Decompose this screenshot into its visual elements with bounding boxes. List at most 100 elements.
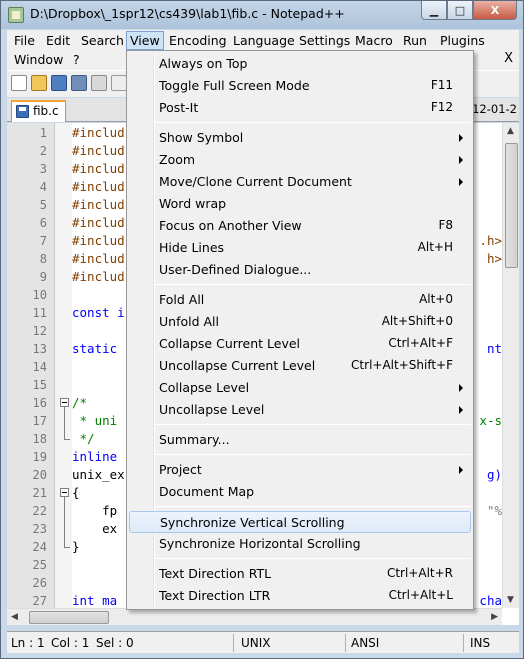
code-line: int ma bbox=[72, 593, 118, 608]
view-menu-item-text-direction-rtl[interactable]: Text Direction RTL Ctrl+Alt+R bbox=[129, 563, 471, 585]
fold-margin[interactable] bbox=[55, 123, 72, 608]
menu-language[interactable]: Language bbox=[230, 31, 298, 50]
menu-item-shortcut: Ctrl+Alt+R bbox=[386, 566, 453, 580]
fold-toggle-icon[interactable] bbox=[60, 398, 69, 407]
vertical-scrollbar[interactable]: ▲ ▼ bbox=[502, 123, 519, 608]
menu-search[interactable]: Search bbox=[78, 31, 127, 50]
menu-window[interactable]: Window bbox=[11, 50, 66, 69]
title-bar[interactable]: D:\Dropbox\_1spr12\cs439\lab1\fib.c - No… bbox=[1, 1, 523, 29]
view-menu-item-document-map[interactable]: Document Map bbox=[129, 481, 471, 503]
menu-settings[interactable]: Settings bbox=[296, 31, 353, 50]
close-file-icon[interactable] bbox=[91, 75, 107, 91]
menu-separator bbox=[155, 122, 471, 123]
new-file-icon[interactable] bbox=[11, 75, 27, 91]
maximize-button[interactable]: □ bbox=[447, 1, 473, 20]
fold-end bbox=[64, 439, 70, 440]
menu-file[interactable]: File bbox=[11, 31, 38, 50]
menu-encoding[interactable]: Encoding bbox=[166, 31, 230, 50]
line-number: 15 bbox=[32, 378, 47, 392]
code-line: unix_ex bbox=[72, 467, 125, 482]
view-menu-item-fold-all[interactable]: Fold All Alt+0 bbox=[129, 289, 471, 311]
view-menu-item-uncollapse-current-level[interactable]: Uncollapse Current Level Ctrl+Alt+Shift+F bbox=[129, 355, 471, 377]
code-line: const i bbox=[72, 305, 125, 320]
line-number: 22 bbox=[32, 504, 47, 518]
menu-item-label: Project bbox=[159, 462, 202, 477]
view-menu-item-user-defined-dialogue[interactable]: User-Defined Dialogue... bbox=[129, 259, 471, 281]
line-number: 26 bbox=[32, 576, 47, 590]
menu-run[interactable]: Run bbox=[400, 31, 430, 50]
menu-separator bbox=[155, 506, 471, 507]
tab-label: fib.c bbox=[33, 104, 59, 118]
save-all-icon[interactable] bbox=[71, 75, 87, 91]
code-line-fragment: "% bbox=[486, 503, 502, 518]
view-menu-item-synchronize-horizontal-scrolling[interactable]: Synchronize Horizontal Scrolling bbox=[129, 533, 471, 555]
menu-item-shortcut: Alt+H bbox=[417, 240, 453, 254]
menu-separator bbox=[155, 454, 471, 455]
menu-view[interactable]: View bbox=[126, 31, 164, 50]
line-number: 17 bbox=[32, 414, 47, 428]
view-menu-item-synchronize-vertical-scrolling[interactable]: Synchronize Vertical Scrolling bbox=[129, 511, 471, 533]
menu-help[interactable]: ? bbox=[70, 50, 83, 69]
view-menu-item-word-wrap[interactable]: Word wrap bbox=[129, 193, 471, 215]
scroll-right-icon[interactable]: ▶ bbox=[491, 612, 498, 622]
close-button[interactable]: X bbox=[473, 1, 517, 20]
submenu-arrow-icon bbox=[459, 178, 463, 186]
scroll-down-icon[interactable]: ▼ bbox=[507, 595, 514, 605]
view-menu-item-move-clone-current-document[interactable]: Move/Clone Current Document bbox=[129, 171, 471, 193]
view-menu-item-zoom[interactable]: Zoom bbox=[129, 149, 471, 171]
code-line-fragment: x-s bbox=[479, 413, 502, 428]
menu-item-label: Word wrap bbox=[159, 196, 227, 211]
status-separator bbox=[463, 634, 464, 652]
menu-item-shortcut: Ctrl+Alt+F bbox=[388, 336, 453, 350]
minimize-icon: ▁ bbox=[429, 3, 439, 17]
view-menu-item-project[interactable]: Project bbox=[129, 459, 471, 481]
window-title: D:\Dropbox\_1spr12\cs439\lab1\fib.c - No… bbox=[30, 6, 345, 21]
view-menu-item-show-symbol[interactable]: Show Symbol bbox=[129, 127, 471, 149]
horizontal-scroll-thumb[interactable] bbox=[29, 611, 109, 624]
code-line-fragment: cha bbox=[479, 593, 502, 608]
menu-separator bbox=[155, 558, 471, 559]
line-number: 16 bbox=[32, 396, 47, 410]
line-number-gutter: 1 2 3 4 5 6 7 8 9 10 11 12 13 14 15 16 17 18 19 20 21 22 23 24 2… bbox=[7, 123, 55, 608]
view-menu-item-text-direction-ltr[interactable]: Text Direction LTR Ctrl+Alt+L bbox=[129, 585, 471, 607]
code-line: #includ bbox=[72, 215, 125, 230]
view-menu-item-collapse-level[interactable]: Collapse Level bbox=[129, 377, 471, 399]
menu-item-label: Post-It bbox=[159, 100, 199, 115]
save-icon[interactable] bbox=[51, 75, 67, 91]
scroll-up-icon[interactable]: ▲ bbox=[507, 126, 514, 136]
notepadpp-app-icon bbox=[8, 7, 24, 23]
close-document-button[interactable]: X bbox=[504, 51, 513, 66]
horizontal-scrollbar[interactable]: ◀ ▶ bbox=[7, 608, 502, 625]
line-number: 20 bbox=[32, 468, 47, 482]
status-line: Ln : 1 bbox=[11, 636, 45, 650]
menu-item-label: Toggle Full Screen Mode bbox=[159, 78, 310, 93]
line-number: 23 bbox=[32, 522, 47, 536]
view-menu-item-summary[interactable]: Summary... bbox=[129, 429, 471, 451]
view-menu-item-uncollapse-level[interactable]: Uncollapse Level bbox=[129, 399, 471, 421]
menu-item-label: Document Map bbox=[159, 484, 255, 499]
menu-edit[interactable]: Edit bbox=[43, 31, 73, 50]
view-menu-item-post-it[interactable]: Post-It F12 bbox=[129, 97, 471, 119]
menu-plugins[interactable]: Plugins bbox=[437, 31, 488, 50]
menu-item-label: Focus on Another View bbox=[159, 218, 302, 233]
code-line: #includ bbox=[72, 251, 125, 266]
vertical-scroll-thumb[interactable] bbox=[505, 143, 518, 268]
menu-item-shortcut: Ctrl+Alt+Shift+F bbox=[351, 358, 453, 372]
line-number: 10 bbox=[32, 288, 47, 302]
view-menu-item-always-on-top[interactable]: Always on Top bbox=[129, 53, 471, 75]
menu-macro[interactable]: Macro bbox=[352, 31, 396, 50]
view-menu-item-toggle-full-screen-mode[interactable]: Toggle Full Screen Mode F11 bbox=[129, 75, 471, 97]
menu-item-shortcut: F11 bbox=[430, 78, 453, 92]
open-file-icon[interactable] bbox=[31, 75, 47, 91]
line-number: 11 bbox=[32, 306, 47, 320]
fold-toggle-icon[interactable] bbox=[60, 488, 69, 497]
menu-item-label: Uncollapse Level bbox=[159, 402, 265, 417]
view-menu-item-hide-lines[interactable]: Hide Lines Alt+H bbox=[129, 237, 471, 259]
view-menu-item-focus-on-another-view[interactable]: Focus on Another View F8 bbox=[129, 215, 471, 237]
view-menu-item-unfold-all[interactable]: Unfold All Alt+Shift+0 bbox=[129, 311, 471, 333]
tab-fib-c[interactable]: fib.c bbox=[11, 100, 66, 122]
view-menu-item-collapse-current-level[interactable]: Collapse Current Level Ctrl+Alt+F bbox=[129, 333, 471, 355]
minimize-button[interactable]: ▁ bbox=[421, 1, 447, 20]
scroll-left-icon[interactable]: ◀ bbox=[11, 612, 18, 622]
close-all-icon[interactable] bbox=[111, 75, 127, 91]
